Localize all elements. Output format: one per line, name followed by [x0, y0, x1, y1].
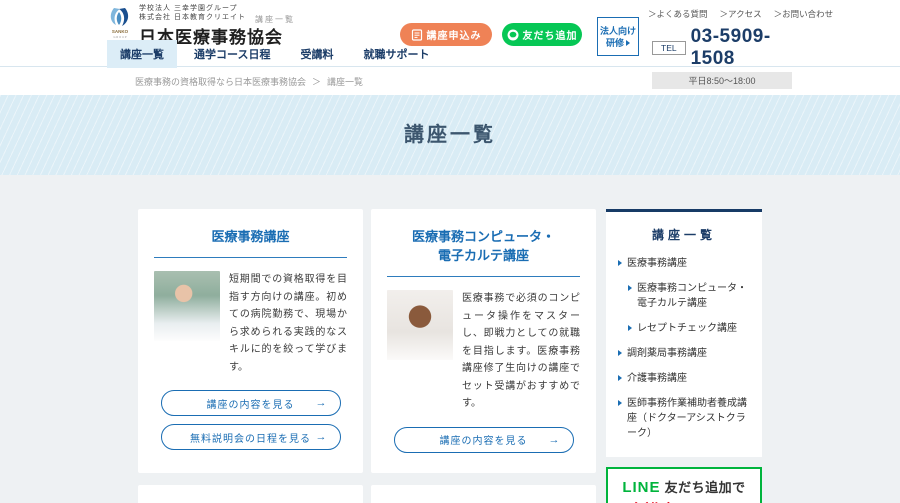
line-add-button[interactable]: 友だち追加: [502, 23, 582, 46]
breadcrumb-separator: ＞: [312, 76, 322, 87]
tel-label: TEL: [652, 41, 686, 55]
view-briefing-schedule-button[interactable]: 無料説明会の日程を見る →: [160, 424, 341, 450]
sanko-logo-icon: SANKO G R O U P: [110, 8, 129, 39]
course-cards: 医療事務講座 短期間での資格取得を目指す方向けの講座。初めての病院勤務で、現場か…: [138, 209, 596, 503]
corporate-line2: 研修: [598, 37, 638, 49]
card-title: 医療事務コンピュータ・ 電子カルテ講座: [411, 229, 555, 263]
page-title: 講座一覧: [404, 124, 496, 146]
sidebar: 講座一覧 医療事務講座 医療事務コンピュータ・電子カルテ講座 レセプトチェック講…: [606, 209, 762, 503]
arrow-right-icon: →: [315, 431, 328, 443]
tel-block: TEL 03-5909-1508 平日8:50～18:00: [652, 26, 792, 89]
course-photo: [387, 290, 453, 360]
triangle-right-icon: [626, 39, 630, 46]
triangle-right-icon: [618, 400, 622, 406]
line-add-label: 友だち追加: [522, 31, 578, 42]
sidebar-item-medical-office[interactable]: 医療事務講座: [618, 256, 750, 271]
header-page-label: 講座一覧: [255, 15, 295, 24]
main-content: 医療事務講座 短期間での資格取得を目指す方向けの講座。初めての病院勤務で、現場か…: [0, 175, 900, 503]
line-coupon-banner[interactable]: LINE 友だち追加で ＼全講座10%OFF／ クーポンプレゼント: [606, 467, 762, 503]
triangle-right-icon: [628, 325, 632, 331]
card-computer-karte: 医療事務コンピュータ・ 電子カルテ講座 医療事務で必須のコンピュータ操作をマスタ…: [371, 209, 596, 473]
tel-number: 03-5909-1508: [690, 26, 771, 69]
course-photo: [154, 271, 220, 341]
sidebar-item-computer-karte[interactable]: 医療事務コンピュータ・電子カルテ講座: [628, 281, 750, 311]
view-course-button[interactable]: 講座の内容を見る →: [160, 390, 341, 416]
access-link[interactable]: ＞アクセス: [720, 8, 762, 20]
breadcrumb-root[interactable]: 医療事務の資格取得なら日本医療事務協会: [135, 75, 306, 88]
sidebar-item-doctor-assist[interactable]: 医師事務作業補助者養成講座（ドクターアシストクラーク）: [618, 396, 750, 441]
line-banner-offer: ＼全講座10%OFF／: [612, 497, 756, 503]
triangle-right-icon: [618, 350, 622, 356]
logo-group-line1: 学校法人 三幸学園グループ: [139, 5, 238, 12]
faq-link[interactable]: ＞よくある質問: [648, 8, 708, 20]
divider: [387, 276, 580, 277]
breadcrumb-current: 講座一覧: [327, 76, 364, 87]
site-header: SANKO G R O U P 学校法人 三幸学園グループ 株式会社 日本教育ク…: [0, 0, 900, 89]
svg-text:G R O U P: G R O U P: [113, 35, 126, 39]
corporate-line1: 法人向け: [599, 25, 636, 36]
triangle-right-icon: [618, 260, 622, 266]
divider: [154, 257, 347, 258]
svg-text:SANKO: SANKO: [112, 29, 129, 34]
contact-link[interactable]: ＞お問い合わせ: [774, 8, 834, 20]
card-receipt-check: レセプトチェック講座 請求業務で必須のレセプト点検を学ぶ講座です。: [138, 484, 363, 503]
card-title: 医療事務講座: [211, 229, 290, 244]
line-icon: [507, 29, 518, 40]
triangle-right-icon: [628, 285, 632, 291]
triangle-right-icon: [618, 375, 622, 381]
form-icon: [411, 28, 422, 41]
nav-fees[interactable]: 受講料: [287, 40, 346, 68]
nav-schedule[interactable]: 通学コース日程: [181, 40, 283, 68]
sidebar-item-receipt-check[interactable]: レセプトチェック講座: [628, 321, 750, 336]
page-title-banner: 講座一覧: [0, 95, 900, 175]
nav-course-list[interactable]: 講座一覧: [107, 40, 177, 68]
view-course-button[interactable]: 講座の内容を見る →: [393, 426, 574, 453]
tel-hours: 平日8:50～18:00: [652, 72, 792, 89]
nav-job-support[interactable]: 就職サポート: [350, 40, 442, 68]
sidebar-item-care-office[interactable]: 介護事務講座: [618, 371, 750, 386]
line-brand-text: LINE: [622, 479, 661, 496]
card-pharmacy-office: 調剤薬局事務講座 調剤事務は専門性が高く、長く安定して働きたい方におすすめです。: [371, 484, 596, 503]
course-list-box: 講座一覧 医療事務講座 医療事務コンピュータ・電子カルテ講座 レセプトチェック講…: [606, 209, 762, 457]
card-medical-office: 医療事務講座 短期間での資格取得を目指す方向けの講座。初めての病院勤務で、現場か…: [138, 209, 363, 473]
line-banner-line1: LINE 友だち追加で: [622, 479, 746, 496]
utility-links: ＞よくある質問 ＞アクセス ＞お問い合わせ: [648, 8, 833, 20]
main-nav: 講座一覧 通学コース日程 受講料 就職サポート: [107, 40, 442, 68]
corporate-training-button[interactable]: 法人向け 研修: [597, 17, 639, 56]
arrow-right-icon: →: [315, 397, 328, 409]
sidebar-title: 講座一覧: [651, 228, 716, 242]
sidebar-item-pharmacy[interactable]: 調剤薬局事務講座: [618, 346, 750, 361]
arrow-right-icon: →: [548, 433, 561, 446]
card-description: 医療事務で必須のコンピュータ操作をマスターし、即戦力としての就職を目指します。医…: [462, 293, 580, 409]
card-description: 短期間での資格取得を目指す方向けの講座。初めての病院勤務で、現場から求められる実…: [229, 274, 347, 373]
